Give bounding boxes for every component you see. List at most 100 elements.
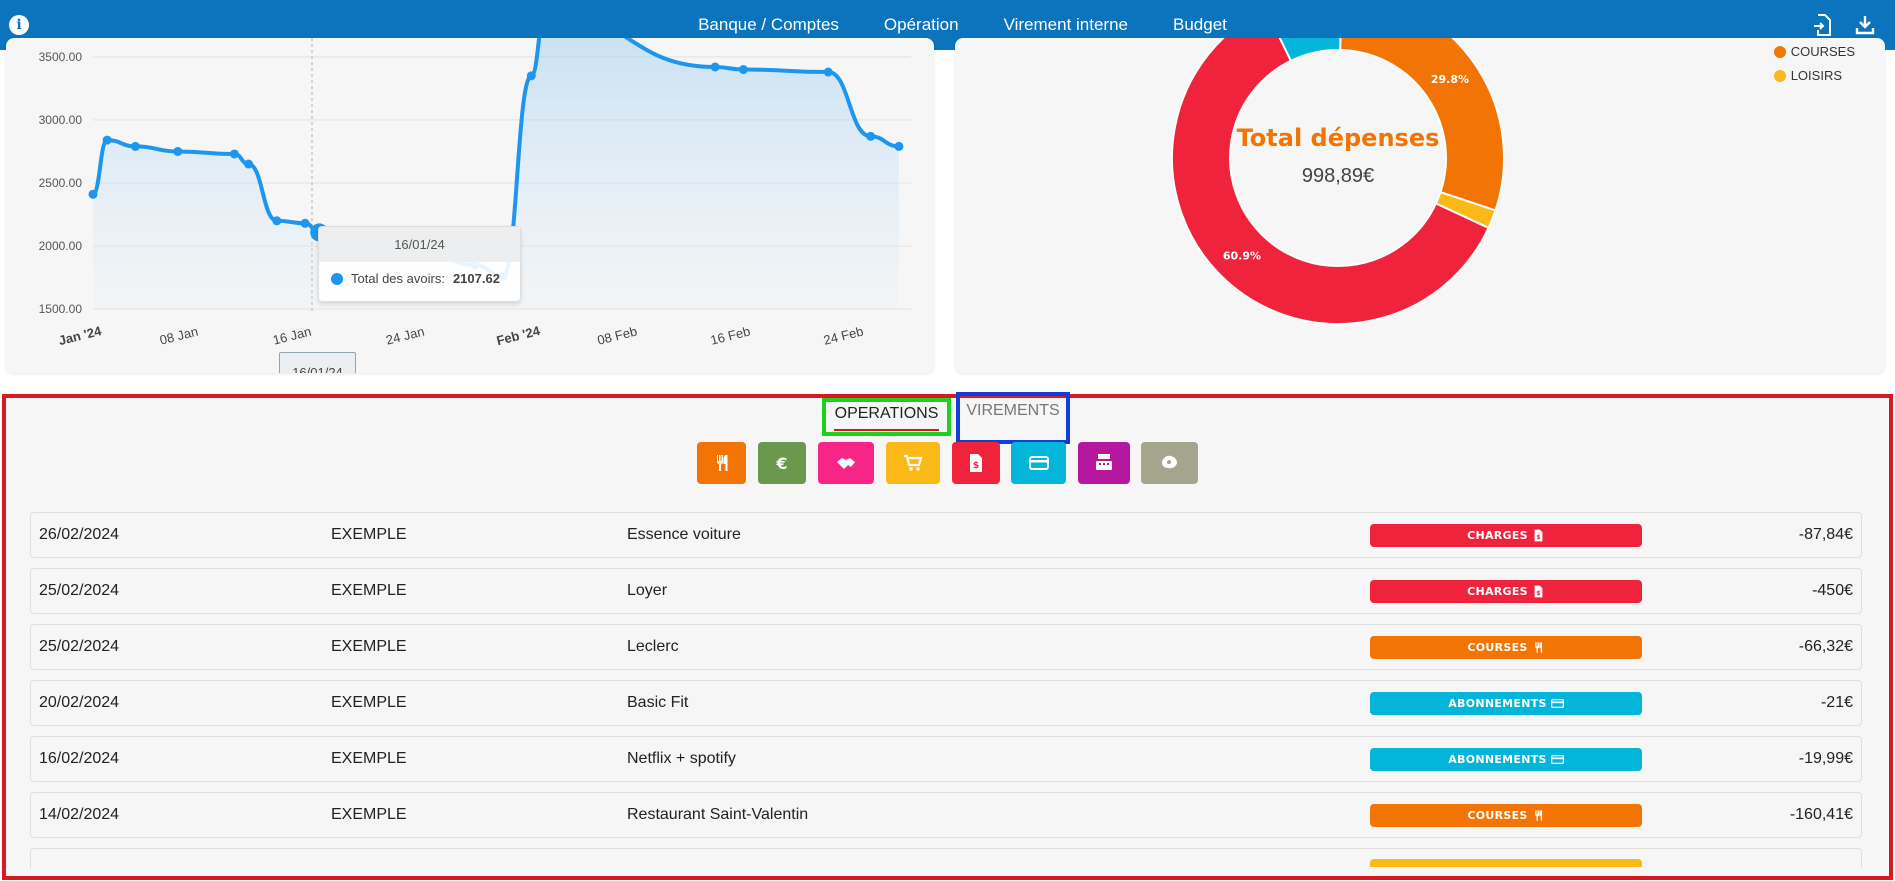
legend-item-courses[interactable]: COURSES — [1773, 44, 1855, 59]
legend-item-loisirs[interactable]: LOISIRS — [1773, 68, 1855, 83]
data-point[interactable] — [173, 146, 183, 156]
cash-register-icon — [1096, 454, 1112, 470]
operation-description: Basic Fit — [627, 694, 689, 711]
category-badge-label: COURSES — [1467, 641, 1528, 654]
operation-row[interactable]: 14/02/2024 EXEMPLE Restaurant Saint-Valent… — [30, 792, 1862, 838]
nav-link-banque-comptes[interactable]: Banque / Comptes — [698, 15, 839, 35]
cart-icon — [904, 454, 923, 471]
import-file-icon[interactable] — [1813, 14, 1833, 36]
operation-account: EXEMPLE — [331, 526, 407, 543]
donut-legend: COURSES LOISIRS — [1773, 44, 1855, 92]
donut-slice-label: 29.8% — [1431, 73, 1469, 86]
svg-text:$: $ — [1536, 535, 1540, 541]
y-tick-label: 1500.00 — [39, 302, 83, 316]
tab-operations-label: OPERATIONS — [834, 405, 939, 422]
x-tick-label: 16 Feb — [709, 323, 752, 347]
nav-link-virement-interne[interactable]: Virement interne — [1004, 15, 1128, 35]
category-filter-button[interactable] — [1141, 442, 1198, 484]
category-badge-label: CHARGES — [1467, 585, 1528, 598]
operation-account: EXEMPLE — [331, 582, 407, 599]
data-point[interactable] — [272, 216, 282, 226]
bill-icon: $ — [970, 454, 982, 472]
category-badge[interactable]: ABONNEMENTS — [1370, 692, 1642, 715]
operation-description: Loyer — [627, 582, 668, 599]
operation-amount: -66,32€ — [1798, 638, 1853, 655]
svg-text:€: € — [775, 454, 787, 473]
operation-row[interactable]: 25/02/2024 EXEMPLE Loyer CHARGES $ -450€ — [30, 568, 1862, 614]
active-tab-underline — [834, 429, 939, 431]
operation-account: EXEMPLE — [331, 638, 407, 655]
y-tick-label: 3500.00 — [39, 50, 83, 64]
data-point[interactable] — [738, 65, 748, 75]
category-filter-button[interactable] — [1078, 442, 1130, 484]
fork-knife-icon — [716, 455, 727, 471]
category-filter-button[interactable] — [818, 442, 874, 484]
operation-date: 26/02/2024 — [39, 526, 120, 543]
download-icon[interactable] — [1855, 14, 1875, 36]
expenses-donut-card: 29.8%60.9%7.5% Total dépenses 998,89€ CO… — [955, 38, 1885, 373]
data-point[interactable] — [102, 135, 112, 145]
operation-row[interactable]: 26/02/2024 EXEMPLE Essence voiture CHARGES $… — [30, 512, 1862, 558]
operation-account: EXEMPLE — [331, 750, 407, 767]
operation-row[interactable]: 20/02/2024 EXEMPLE Basic Fit ABONNEMENTS -21… — [30, 680, 1862, 726]
category-filter-button[interactable]: $ — [952, 442, 1000, 484]
nav-actions — [1813, 14, 1875, 36]
tab-operations[interactable]: OPERATIONS — [822, 398, 951, 436]
data-point[interactable] — [244, 159, 254, 169]
data-point[interactable] — [130, 141, 140, 151]
operation-account: EXEMPLE — [331, 806, 407, 823]
bill-icon: $ — [1534, 585, 1543, 598]
operation-row[interactable]: 25/02/2024 EXEMPLE Leclerc COURSES -66,32€ — [30, 624, 1862, 670]
nav-link-budget[interactable]: Budget — [1173, 15, 1227, 35]
operation-account: EXEMPLE — [331, 694, 407, 711]
category-badge[interactable]: ABONNEMENTS — [1370, 748, 1642, 771]
category-filter-bar: € $ — [6, 442, 1889, 484]
tooltip-date: 16/01/24 — [319, 227, 520, 262]
category-badge-label: ABONNEMENTS — [1448, 753, 1547, 766]
category-badge — [1370, 859, 1642, 867]
operation-description: Netflix + spotify — [627, 750, 736, 767]
category-filter-button[interactable]: € — [758, 442, 806, 484]
x-tick-label: 16 Jan — [271, 324, 313, 348]
svg-text:$: $ — [1536, 591, 1540, 597]
data-point[interactable] — [710, 62, 720, 72]
category-badge-label: CHARGES — [1467, 529, 1528, 542]
data-point[interactable] — [88, 189, 98, 199]
data-point[interactable] — [300, 218, 310, 228]
data-point[interactable] — [229, 149, 239, 159]
legend-dot — [1773, 69, 1786, 82]
category-badge[interactable]: COURSES — [1370, 636, 1642, 659]
y-tick-label: 2500.00 — [39, 176, 83, 190]
bill-icon: $ — [1534, 529, 1543, 542]
category-filter-button[interactable] — [886, 442, 940, 484]
category-badge[interactable]: CHARGES $ — [1370, 580, 1642, 603]
data-point[interactable] — [866, 131, 876, 141]
tooltip-value: 2107.62 — [452, 271, 500, 286]
credit-card-icon — [1028, 456, 1049, 470]
donut-center-title: Total dépenses — [1237, 124, 1440, 152]
category-filter-button[interactable] — [1011, 442, 1066, 484]
data-point[interactable] — [823, 67, 833, 77]
y-tick-label: 2000.00 — [39, 239, 83, 253]
nav-link-operation[interactable]: Opération — [884, 15, 959, 35]
donut-slice-label: 60.9% — [1223, 250, 1261, 263]
operation-row[interactable]: 16/02/2024 EXEMPLE Netflix + spotify ABONNE… — [30, 736, 1862, 782]
tab-virements[interactable]: VIREMENTS — [956, 392, 1070, 444]
category-filter-button[interactable] — [697, 442, 746, 484]
category-badge[interactable]: COURSES — [1370, 804, 1642, 827]
operation-date: 14/02/2024 — [39, 806, 120, 823]
operation-row-partial[interactable] — [30, 848, 1862, 868]
tooltip-label: Total des avoirs: — [351, 271, 445, 286]
euro-icon: € — [775, 454, 787, 473]
data-point[interactable] — [526, 71, 536, 81]
balance-line-chart: 1500.00 2000.00 2500.00 3000.00 3500.00 Jan … — [39, 38, 911, 348]
data-point[interactable] — [894, 141, 904, 151]
category-badge[interactable]: CHARGES $ — [1370, 524, 1642, 547]
x-tick-label: 08 Feb — [596, 323, 639, 347]
tooltip-series-dot — [331, 272, 343, 285]
operation-description: Essence voiture — [627, 526, 741, 543]
chart-tooltip: 16/01/24 Total des avoirs: 2107.62 — [318, 226, 521, 302]
x-tick-label: Feb '24 — [495, 323, 542, 348]
legend-label: COURSES — [1790, 44, 1855, 59]
handshake-icon — [837, 458, 855, 469]
